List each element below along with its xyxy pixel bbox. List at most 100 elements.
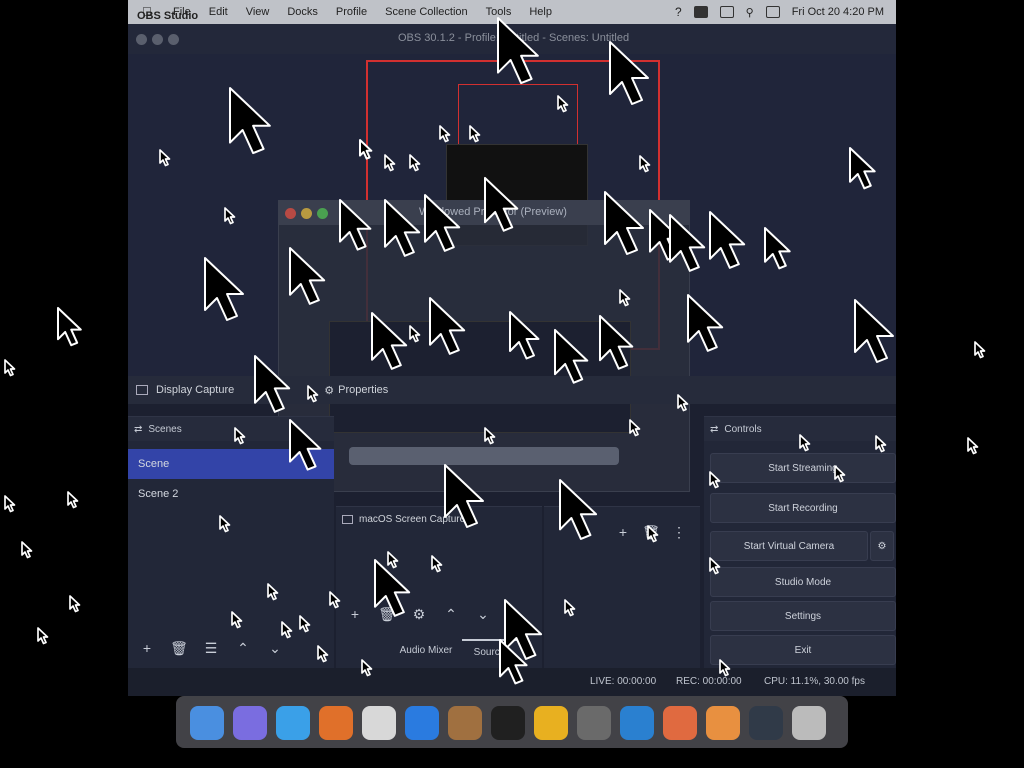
status-bar: LIVE: 00:00:00 REC: 00:00:00 CPU: 11.1%,… xyxy=(128,668,896,696)
macos-menu-bar:  OBS Studio File Edit View Docks Profil… xyxy=(128,0,896,24)
sources-dock: macOS Screen Capture + 🗑 ⚙ ⌃ ⌄ Audio Mix… xyxy=(336,506,542,669)
preview-canvas[interactable]: Windowed Projector (Preview) xyxy=(128,54,896,492)
mouse-cursor-icon xyxy=(67,491,79,509)
scenes-dock: ⇄ Scenes Scene Scene 2 + 🗑 ☰ ⌃ ⌄ xyxy=(128,416,334,669)
projector-nested-dock xyxy=(349,447,619,465)
screen-recording-frame:  OBS Studio File Edit View Docks Profil… xyxy=(0,0,1024,768)
move-down-button[interactable]: ⌄ xyxy=(472,603,494,625)
mouse-cursor-icon xyxy=(974,341,986,359)
dock-handle-icon[interactable]: ⇄ xyxy=(710,424,718,435)
controls-header-label: Controls xyxy=(724,423,762,435)
settings-app-icon[interactable] xyxy=(577,706,611,740)
add-transition-button[interactable]: + xyxy=(612,521,634,543)
cpu-fps-readout: CPU: 11.1%, 30.00 fps xyxy=(764,676,865,687)
source-toolbar: Display Capture ⚙ Properties xyxy=(128,376,896,404)
studio-mode-button[interactable]: Studio Mode xyxy=(710,567,896,597)
instruments-app-icon[interactable] xyxy=(448,706,482,740)
scene-list-item[interactable]: Scene xyxy=(128,449,334,479)
notes-app-icon[interactable] xyxy=(362,706,396,740)
transitions-dock: + 🗑 ⋮ xyxy=(544,506,700,669)
mouse-cursor-icon xyxy=(967,437,979,455)
tab-audio-mixer[interactable]: Audio Mixer xyxy=(386,639,466,661)
source-name-label: Display Capture xyxy=(156,384,235,396)
menu-scene-collection[interactable]: Scene Collection xyxy=(385,6,468,18)
controls-dock: ⇄ Controls Start Streaming Start Recordi… xyxy=(704,416,896,669)
close-window-button[interactable] xyxy=(136,34,147,45)
menu-profile[interactable]: Profile xyxy=(336,6,367,18)
menu-view[interactable]: View xyxy=(246,6,270,18)
launchpad-app-icon[interactable] xyxy=(233,706,267,740)
gear-icon[interactable]: ⚙ xyxy=(408,603,430,625)
tray-app-icon[interactable] xyxy=(693,6,708,18)
projector-zoom-button[interactable] xyxy=(317,208,328,219)
mouse-cursor-icon xyxy=(37,627,49,645)
app-store-app-icon[interactable] xyxy=(405,706,439,740)
dock-handle-icon[interactable]: ⇄ xyxy=(134,424,142,435)
window-title-bar: OBS 30.1.2 - Profile: Untitled - Scenes:… xyxy=(128,24,896,54)
chrome-app-icon[interactable] xyxy=(534,706,568,740)
trash-icon[interactable]: 🗑 xyxy=(640,521,662,543)
zoom-window-button[interactable] xyxy=(168,34,179,45)
help-circle-icon[interactable]: ? xyxy=(675,5,682,19)
trash-icon[interactable]: 🗑 xyxy=(376,603,398,625)
safari-app-icon[interactable] xyxy=(276,706,310,740)
controls-dock-header: ⇄ Controls xyxy=(704,417,896,441)
finder-app-icon[interactable] xyxy=(190,706,224,740)
start-streaming-button[interactable]: Start Streaming xyxy=(710,453,896,483)
minimize-window-button[interactable] xyxy=(152,34,163,45)
virtual-camera-settings-button[interactable]: ⚙ xyxy=(870,531,894,561)
properties-button[interactable]: Properties xyxy=(338,384,388,396)
mouse-cursor-icon xyxy=(69,595,81,613)
rec-timer: REC: 00:00:00 xyxy=(676,676,742,687)
vscode-app-icon[interactable] xyxy=(620,706,654,740)
scenes-header-label: Scenes xyxy=(148,423,182,435)
exit-button[interactable]: Exit xyxy=(710,635,896,665)
source-list-item[interactable]: macOS Screen Capture xyxy=(336,507,542,531)
start-virtual-camera-button[interactable]: Start Virtual Camera xyxy=(710,531,868,561)
filter-icon[interactable]: ☰ xyxy=(200,637,222,659)
windowed-projector-window[interactable]: Windowed Projector (Preview) xyxy=(278,200,690,492)
more-options-icon[interactable]: ⋮ xyxy=(668,521,690,543)
add-scene-button[interactable]: + xyxy=(136,637,158,659)
display-icon xyxy=(342,514,353,524)
screen-share-icon[interactable] xyxy=(719,6,734,18)
obs-app-icon[interactable] xyxy=(749,706,783,740)
gear-icon[interactable]: ⚙ xyxy=(324,384,334,397)
display-icon xyxy=(136,385,148,395)
firefox-app-icon[interactable] xyxy=(319,706,353,740)
move-up-button[interactable]: ⌃ xyxy=(232,637,254,659)
move-up-button[interactable]: ⌃ xyxy=(440,603,462,625)
window-title: OBS 30.1.2 - Profile: Untitled - Scenes:… xyxy=(398,32,630,44)
trash-app-icon[interactable] xyxy=(792,706,826,740)
tab-sources[interactable]: Sources xyxy=(462,639,522,663)
source-item-label: macOS Screen Capture xyxy=(359,513,466,525)
mouse-cursor-icon xyxy=(4,359,16,377)
projector-minimize-button[interactable] xyxy=(301,208,312,219)
live-timer: LIVE: 00:00:00 xyxy=(590,676,657,687)
trash-icon[interactable]: 🗑 xyxy=(168,637,190,659)
scene-list-item[interactable]: Scene 2 xyxy=(128,479,334,509)
search-icon[interactable]: ⚲ xyxy=(746,6,754,19)
menu-tools[interactable]: Tools xyxy=(486,6,512,18)
projector-title: Windowed Projector (Preview) xyxy=(419,206,567,218)
mouse-cursor-icon xyxy=(21,541,33,559)
terminal-app-icon[interactable] xyxy=(491,706,525,740)
projector-close-button[interactable] xyxy=(285,208,296,219)
macos-dock xyxy=(176,696,848,748)
menu-edit[interactable]: Edit xyxy=(209,6,228,18)
move-down-button[interactable]: ⌄ xyxy=(264,637,286,659)
menubar-clock: Fri Oct 20 4:20 PM xyxy=(791,6,884,18)
scenes-dock-header: ⇄ Scenes xyxy=(128,417,334,441)
menu-help[interactable]: Help xyxy=(529,6,552,18)
control-center-icon[interactable] xyxy=(765,6,780,18)
settings-button[interactable]: Settings xyxy=(710,601,896,631)
projector-title-bar: Windowed Projector (Preview) xyxy=(279,201,689,225)
start-recording-button[interactable]: Start Recording xyxy=(710,493,896,523)
add-source-button[interactable]: + xyxy=(344,603,366,625)
menu-docks[interactable]: Docks xyxy=(287,6,318,18)
mouse-cursor-icon xyxy=(56,306,82,347)
keynote-app-icon[interactable] xyxy=(706,706,740,740)
obs-main-window: OBS 30.1.2 - Profile: Untitled - Scenes:… xyxy=(128,24,896,696)
mouse-cursor-icon xyxy=(4,495,16,513)
pixelmator-app-icon[interactable] xyxy=(663,706,697,740)
